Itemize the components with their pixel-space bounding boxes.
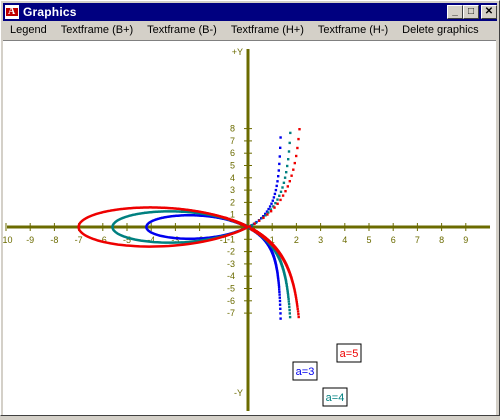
branch-point-a=3 — [279, 312, 281, 314]
y-tick-label: 1 — [230, 210, 235, 220]
maximize-button[interactable]: □ — [463, 5, 479, 19]
branch-point-a=3 — [270, 203, 272, 205]
x-tick-label: -10 — [3, 235, 13, 245]
branch-point-a=3 — [278, 286, 280, 288]
y-tick-label: -3 — [227, 259, 235, 269]
x-tick-label: -7 — [75, 235, 83, 245]
branch-point-a=4 — [287, 293, 289, 295]
branch-point-a=3 — [279, 300, 281, 302]
x-tick-label: -9 — [26, 235, 34, 245]
branch-point-a=4 — [287, 158, 289, 160]
branch-point-a=4 — [288, 300, 290, 302]
y-tick-label: 2 — [230, 197, 235, 207]
close-icon: ✕ — [485, 6, 493, 17]
maximize-icon: □ — [468, 6, 474, 17]
x-tick-label: 8 — [439, 235, 444, 245]
branch-point-a=4 — [276, 198, 278, 200]
y-tick-label: 7 — [230, 136, 235, 146]
branch-point-a=3 — [279, 155, 281, 157]
branch-point-a=3 — [278, 169, 280, 171]
y-tick-label: 8 — [230, 124, 235, 134]
branch-point-a=3 — [273, 196, 275, 198]
branch-point-a=4 — [289, 142, 291, 144]
branch-point-a=4 — [286, 165, 288, 167]
y-tick-label: 4 — [230, 173, 235, 183]
y-tick-label: 6 — [230, 148, 235, 158]
branch-point-a=3 — [279, 317, 281, 319]
y-tick-label: -2 — [227, 247, 235, 257]
series-label-a=4: a=4 — [326, 392, 345, 404]
x-tick-label: -4 — [147, 235, 155, 245]
branch-point-a=4 — [289, 312, 291, 314]
menu-textframe-b-minus[interactable]: Textframe (B-) — [140, 21, 224, 39]
branch-point-a=4 — [274, 202, 276, 204]
branch-point-a=3 — [279, 308, 281, 310]
x-tick-label: 9 — [463, 235, 468, 245]
menu-textframe-b-plus[interactable]: Textframe (B+) — [54, 21, 140, 39]
menu-delete-graphics[interactable]: Delete graphics — [395, 21, 485, 39]
menu-textframe-h-plus[interactable]: Textframe (H+) — [224, 21, 311, 39]
branch-point-a=3 — [279, 304, 281, 306]
x-tick-label: 7 — [415, 235, 420, 245]
close-button[interactable]: ✕ — [481, 5, 497, 19]
branch-point-a=4 — [251, 224, 253, 226]
y-tick-label: 3 — [230, 185, 235, 195]
branch-point-a=4 — [285, 171, 287, 173]
y-tick-label: 5 — [230, 161, 235, 171]
y-tick-label: -4 — [227, 271, 235, 281]
branch-point-a=3 — [279, 297, 281, 299]
plot-area: -10-9-8-7-6-5-4-3-2-112345678987654321-1… — [3, 41, 496, 415]
branch-point-a=3 — [276, 185, 278, 187]
branch-point-a=4 — [278, 195, 280, 197]
branch-point-a=3 — [277, 175, 279, 177]
x-tick-label: 3 — [318, 235, 323, 245]
series-label-a=3: a=3 — [296, 366, 315, 378]
branch-point-a=3 — [275, 189, 277, 191]
branch-point-a=3 — [276, 180, 278, 182]
branch-point-a=4 — [288, 150, 290, 152]
x-tick-label: 2 — [294, 235, 299, 245]
x-tick-label: -8 — [50, 235, 58, 245]
branch-point-a=4 — [280, 191, 282, 193]
branch-point-a=4 — [287, 298, 289, 300]
branch-point-a=4 — [283, 182, 285, 184]
branch-point-a=3 — [278, 163, 280, 165]
branch-point-a=4 — [288, 303, 290, 305]
branch-point-a=3 — [267, 208, 269, 210]
menu-textframe-h-minus[interactable]: Textframe (H-) — [311, 21, 395, 39]
branch-point-a=4 — [288, 306, 290, 308]
x-tick-label: 6 — [391, 235, 396, 245]
branch-point-a=4 — [289, 316, 291, 318]
branch-point-a=3 — [278, 291, 280, 293]
minimize-button[interactable]: _ — [447, 5, 463, 19]
app-icon[interactable] — [5, 5, 19, 19]
y-axis-label-top: +Y — [232, 47, 243, 57]
branch-point-a=3 — [278, 284, 280, 286]
branch-point-a=4 — [281, 186, 283, 188]
x-tick-label: 4 — [342, 235, 347, 245]
menu-legend[interactable]: Legend — [3, 21, 54, 39]
branch-point-a=3 — [279, 147, 281, 149]
branch-point-a=3 — [274, 193, 276, 195]
branch-point-a=3 — [278, 288, 280, 290]
y-axis-label-bottom: -Y — [234, 388, 243, 398]
branch-point-a=3 — [279, 136, 281, 138]
branch-point-a=3 — [272, 200, 274, 202]
menu-bar: Legend Textframe (B+) Textframe (B-) Tex… — [3, 21, 497, 39]
x-tick-label: 5 — [366, 235, 371, 245]
branch-point-a=4 — [284, 177, 286, 179]
window-title: Graphics — [23, 5, 77, 19]
branch-point-a=4 — [287, 296, 289, 298]
branch-point-a=4 — [289, 132, 291, 134]
y-tick-label: -6 — [227, 296, 235, 306]
branch-point-a=4 — [288, 309, 290, 311]
graphics-canvas[interactable]: -10-9-8-7-6-5-4-3-2-112345678987654321-1… — [3, 40, 496, 415]
y-tick-label: -7 — [227, 308, 235, 318]
branch-point-a=3 — [278, 293, 280, 295]
minimize-icon: _ — [452, 6, 458, 17]
branch-point-a=3 — [269, 205, 271, 207]
y-tick-label: -5 — [227, 284, 235, 294]
graphics-window: Graphics _ □ ✕ Legend Textframe (B+) Tex… — [0, 0, 500, 416]
title-bar[interactable]: Graphics _ □ ✕ — [3, 3, 497, 21]
